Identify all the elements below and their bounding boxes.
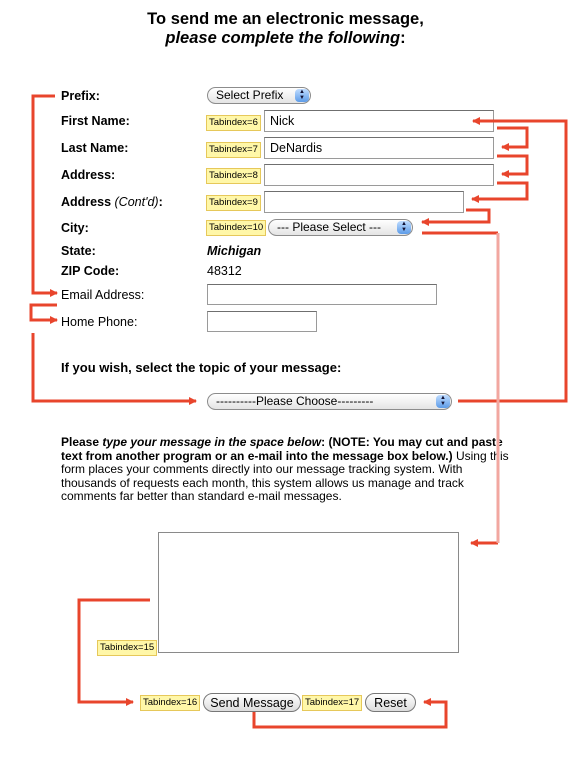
arrow-first-to-last	[497, 126, 529, 151]
tabindex-badge: Tabindex=17	[302, 695, 363, 711]
heading-line-2-text: please complete the following	[165, 29, 401, 47]
tabindex-badge: Tabindex=6	[206, 115, 261, 131]
tabindex-badge: Tabindex=10	[206, 220, 267, 236]
state-label: State:	[61, 244, 96, 258]
prefix-select-value: Select Prefix	[216, 88, 284, 102]
message-textarea[interactable]	[158, 532, 459, 653]
tabindex-badge: Tabindex=15	[97, 640, 158, 656]
arrow-email-to-phone	[29, 303, 58, 324]
page-heading: To send me an electronic message, please…	[0, 10, 571, 48]
state-value: Michigan	[207, 244, 262, 258]
topic-select[interactable]: ----------Please Choose--------- ▲ ▼	[207, 393, 452, 410]
select-stepper-icon: ▲ ▼	[397, 221, 411, 234]
arrow-last-to-address	[497, 154, 529, 178]
last-name-label: Last Name:	[61, 141, 129, 155]
city-select-value: --- Please Select ---	[277, 220, 382, 234]
send-message-button[interactable]: Send Message	[203, 693, 301, 712]
instructions-bold: Please type your message in the space be…	[61, 435, 503, 463]
tabindex-badge: Tabindex=8	[206, 168, 261, 184]
instructions-paragraph: Please type your message in the space be…	[61, 435, 511, 504]
last-name-input[interactable]	[264, 137, 494, 159]
heading-line-2: please complete the following:	[0, 29, 571, 48]
instructions-italic: type your message in the space below	[102, 435, 322, 449]
first-name-label: First Name:	[61, 114, 130, 128]
address2-label-colon: :	[158, 195, 163, 209]
zip-label: ZIP Code:	[61, 264, 120, 278]
arrow-prefix-to-email	[31, 94, 58, 297]
prefix-label: Prefix:	[61, 89, 100, 103]
city-select[interactable]: --- Please Select --- ▲ ▼	[268, 219, 413, 236]
heading-line-1: To send me an electronic message,	[147, 10, 424, 28]
first-name-input[interactable]	[264, 110, 494, 132]
phone-label: Home Phone:	[61, 315, 138, 329]
city-label: City:	[61, 221, 89, 235]
arrow-topic-to-firstname	[458, 117, 568, 403]
tabindex-badge: Tabindex=16	[140, 695, 201, 711]
topic-select-value: ----------Please Choose---------	[216, 394, 374, 408]
address-label: Address:	[61, 168, 116, 182]
instructions-please: Please	[61, 435, 103, 449]
heading-colon: :	[400, 29, 406, 47]
select-stepper-icon: ▲ ▼	[295, 89, 309, 102]
prefix-select[interactable]: Select Prefix ▲ ▼	[207, 87, 311, 104]
email-input[interactable]	[207, 284, 437, 305]
tabindex-badge: Tabindex=7	[206, 142, 261, 158]
address2-label: Address (Cont'd):	[61, 195, 163, 209]
email-label: Email Address:	[61, 288, 145, 302]
reset-button[interactable]: Reset	[365, 693, 416, 712]
address-input[interactable]	[264, 164, 494, 186]
address2-label-text: Address	[61, 195, 112, 209]
address2-input[interactable]	[264, 191, 464, 213]
zip-value: 48312	[207, 264, 242, 278]
phone-input[interactable]	[207, 311, 317, 332]
tabindex-badge: Tabindex=9	[206, 195, 261, 211]
address2-label-suffix: (Cont'd)	[114, 195, 159, 209]
topic-question: If you wish, select the topic of your me…	[61, 360, 342, 375]
select-stepper-icon: ▲ ▼	[436, 395, 450, 408]
